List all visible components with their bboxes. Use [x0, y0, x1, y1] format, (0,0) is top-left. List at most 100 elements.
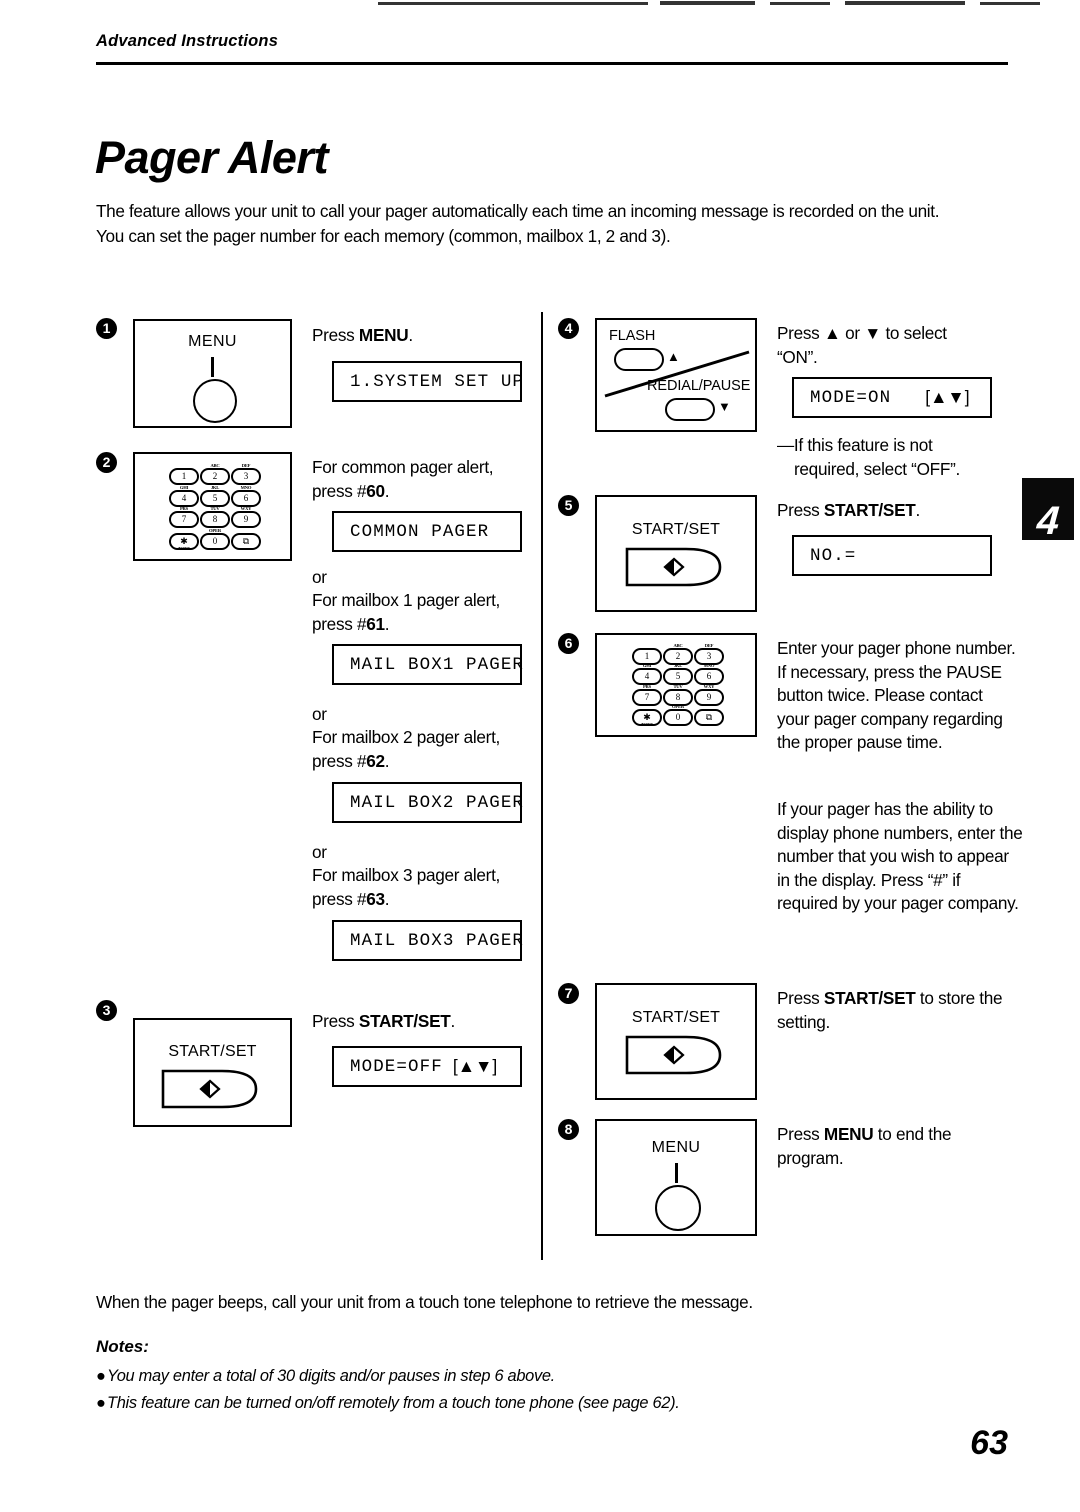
keypad-grid: 1 2 ABC 3 DEF 4 GHI 5 JKL 6 MNO 7 PRS 8 TUV 9 WXY ✱ TONE 0 O…	[169, 463, 261, 551]
keypad-key-6[interactable]: 6 MNO	[231, 485, 261, 507]
note-1-text: You may enter a total of 30 digits and/o…	[107, 1367, 555, 1385]
keypad-key-9[interactable]: 9 WXY	[231, 507, 261, 529]
step-7: 7 START/SET Press START/SET to store the…	[558, 983, 1018, 1108]
bullet-dot-icon: ●	[96, 1367, 106, 1385]
scan-artifact	[660, 1, 755, 5]
step-2-box1-instruction: For mailbox 1 pager alert, press #61.	[312, 589, 542, 636]
box2-prefix: press #	[312, 750, 367, 771]
menu-key-tick-icon	[211, 357, 214, 377]
keypad-key-5[interactable]: 5 JKL	[200, 485, 230, 507]
box1-line-1: For mailbox 1 pager alert,	[312, 590, 501, 610]
keypad-key-letters: DEF	[241, 463, 251, 468]
step-number: 3	[96, 1000, 117, 1021]
keypad-key-letters: PRS	[179, 506, 189, 512]
keypad-key-1[interactable]: 1	[169, 468, 199, 485]
or-label-1: or	[312, 567, 327, 587]
keypad-key-letters: MNO	[703, 663, 715, 669]
menu-key-tick-icon	[674, 1163, 678, 1183]
box3-line-2: press #63.	[312, 888, 542, 912]
keypad-key-0[interactable]: 0 OPER	[200, 528, 230, 550]
keypad-key-star[interactable]: ✱ TONE	[169, 533, 199, 551]
box3-code: 63	[366, 888, 385, 909]
or-label-3: or	[312, 842, 327, 862]
instruction-bold: START/SET	[823, 988, 916, 1008]
instruction-prefix: Press	[777, 988, 824, 1008]
step-8-instruction: Press MENU to end the program.	[777, 1123, 1012, 1170]
lcd-display-step-3: MODE=OFF [▲▼]	[332, 1046, 522, 1087]
step-number: 2	[96, 452, 117, 473]
step-number: 4	[558, 318, 579, 339]
keypad-key-2[interactable]: 2 ABC	[200, 463, 230, 485]
keypad-key-6[interactable]: 6 MNO	[694, 664, 724, 686]
lcd-display-mail-box1-pager: MAIL BOX1 PAGER	[332, 644, 523, 685]
keypad-key-letters: TUV	[210, 506, 220, 512]
step-6-paragraph-1: Enter your pager phone number. If necess…	[777, 638, 1016, 752]
flash-key-label: FLASH	[609, 328, 656, 344]
start-set-key-label: START/SET	[168, 1043, 257, 1060]
keypad-key-3[interactable]: 3 DEF	[231, 463, 261, 485]
redial-pause-key-icon	[665, 398, 715, 421]
scan-artifact	[770, 2, 830, 5]
start-set-key-shape	[625, 547, 722, 587]
box2-line-1: For mailbox 2 pager alert,	[312, 727, 501, 747]
keypad-key-letters: OPER	[672, 704, 684, 709]
closing-text: When the pager beeps, call your unit fro…	[96, 1292, 753, 1312]
keypad-key-5[interactable]: 5 JKL	[663, 664, 693, 686]
keypad-key-4[interactable]: 4 GHI	[169, 485, 199, 507]
step-7-instruction: Press START/SET to store the setting.	[777, 987, 1012, 1034]
keypad-key-7[interactable]: 7 PRS	[169, 507, 199, 529]
keypad-key-star[interactable]: ✱ TONE	[632, 709, 662, 727]
lcd-arrow-hint: [▲▼]	[452, 1056, 498, 1076]
start-set-key-label: START/SET	[631, 1009, 721, 1026]
box1-prefix: press #	[312, 613, 367, 634]
step-6: 6 1 2 ABC 3 DEF 4 GHI 5 JKL 6 MNO 7 PRS 8 TUV 9 WXY ✱ TONE…	[558, 633, 1023, 963]
chapter-thumb-tab: 4	[1022, 478, 1074, 540]
box1-line-2: press #61.	[312, 613, 542, 637]
box3-prefix: press #	[312, 888, 367, 909]
menu-key-label: MENU	[651, 1139, 701, 1156]
scan-artifact	[980, 2, 1040, 5]
keypad-grid: 1 2 ABC 3 DEF 4 GHI 5 JKL 6 MNO 7 PRS 8 TUV 9 WXY ✱ TONE 0 O…	[632, 643, 724, 727]
bullet-dot-icon: ●	[96, 1394, 106, 1412]
keypad-key-7[interactable]: 7 PRS	[632, 684, 662, 706]
common-line-2: press #60.	[312, 480, 542, 504]
manual-page: Advanced Instructions Pager Alert The fe…	[0, 0, 1080, 1512]
menu-key-illustration: MENU	[133, 319, 292, 428]
lcd-mode-text: MODE=ON	[810, 387, 892, 408]
note-item-2: ●This feature can be turned on/off remot…	[96, 1394, 680, 1413]
start-set-key-illustration: START/SET	[595, 495, 757, 612]
step-2: 2 1 2 ABC 3 DEF 4 GHI 5 JKL 6 MNO 7 PRS 8 TUV 9 WXY ✱ TONE…	[96, 452, 536, 972]
keypad-key-4[interactable]: 4 GHI	[632, 664, 662, 686]
step-4-instruction-line-2: “ON”.	[777, 346, 818, 367]
chapter-thumb-label: 4	[1035, 499, 1061, 540]
step-number: 1	[96, 318, 117, 339]
keypad-key-hash[interactable]: ⧉	[694, 709, 724, 726]
lcd-display-common-pager: COMMON PAGER	[332, 511, 522, 552]
menu-key-illustration: MENU	[595, 1119, 757, 1236]
step-4-note-line-1: —If this feature is not	[777, 435, 933, 455]
keypad-key-hash[interactable]: ⧉	[231, 533, 261, 550]
keypad-key-8[interactable]: 8 TUV	[200, 507, 230, 529]
keypad-key-0[interactable]: 0 OPER	[663, 704, 693, 726]
keypad-key-letters: JKL	[673, 663, 683, 669]
step-5-instruction: Press START/SET.	[777, 499, 1012, 523]
box1-code: 61	[366, 613, 385, 634]
start-set-key-shape	[161, 1069, 258, 1109]
instruction-bold: MENU	[823, 1124, 874, 1144]
step-2-box2-instruction: For mailbox 2 pager alert, press #62.	[312, 726, 542, 773]
keypad-key-9[interactable]: 9 WXY	[694, 684, 724, 706]
lcd-mode-text: MODE=OFF	[350, 1056, 443, 1077]
menu-key-circle-icon	[655, 1185, 701, 1231]
redial-pause-key-label: REDIAL/PAUSE	[647, 378, 751, 394]
instruction-bold: START/SET	[358, 1011, 451, 1031]
common-code: 60	[366, 480, 385, 501]
start-set-key-icon	[624, 1034, 724, 1076]
start-set-key-illustration: START/SET	[133, 1018, 292, 1127]
step-number: 5	[558, 495, 579, 516]
step-2-common-instruction: For common pager alert, press #60.	[312, 456, 542, 503]
step-number: 8	[558, 1119, 579, 1140]
intro-paragraph-1: The feature allows your unit to call you…	[96, 201, 940, 221]
keypad-key-letters: WXY	[703, 683, 715, 689]
page-title: Pager Alert	[95, 132, 328, 184]
lcd-display-mail-box3-pager: MAIL BOX3 PAGER	[332, 920, 523, 961]
